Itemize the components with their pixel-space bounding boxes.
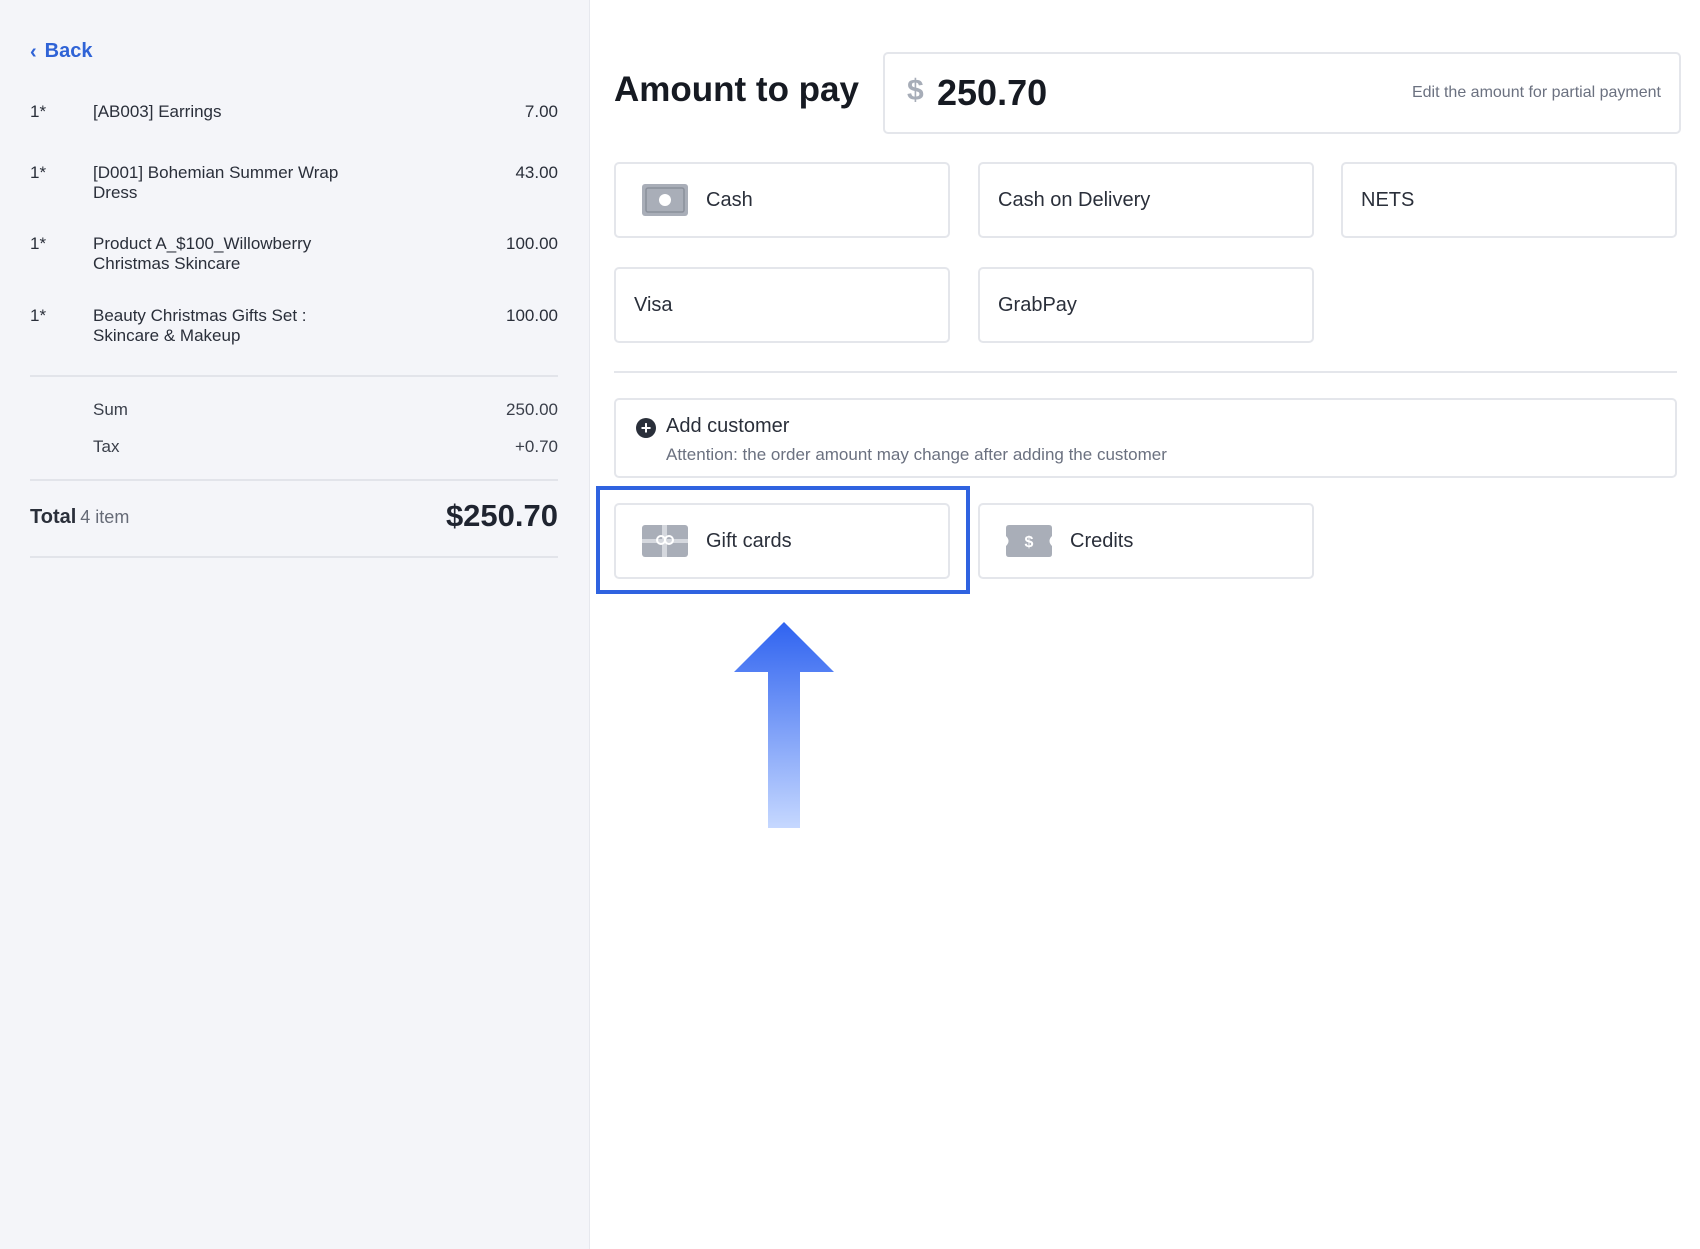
item-qty: 1*: [30, 102, 47, 121]
chevron-left-icon: ‹: [30, 40, 37, 63]
divider: [30, 375, 558, 377]
payment-method-label: Cash on Delivery: [998, 188, 1151, 211]
tax-label: Tax: [93, 437, 120, 456]
divider: [30, 479, 558, 481]
credits-label: Credits: [1070, 529, 1134, 552]
item-price: 100.00: [506, 234, 558, 253]
back-button[interactable]: ‹ Back: [30, 40, 92, 63]
amount-hint: Edit the amount for partial payment: [1411, 84, 1661, 101]
total-label-text: Total: [30, 506, 77, 528]
payment-method-label: Cash: [706, 188, 753, 211]
back-label: Back: [44, 40, 93, 62]
payment-method-visa[interactable]: Visa: [614, 267, 950, 343]
cash-icon: [642, 184, 688, 216]
payment-method-grabpay[interactable]: GrabPay: [978, 267, 1314, 343]
total-item-count: 4 item: [80, 507, 130, 527]
item-qty: 1*: [30, 163, 47, 182]
item-name: [D001] Bohemian Summer Wrap Dress: [93, 163, 339, 202]
payment-method-cash[interactable]: Cash: [614, 162, 950, 238]
payment-method-label: Visa: [634, 293, 673, 316]
sum-label: Sum: [93, 400, 128, 419]
add-customer-button[interactable]: + Add customer Attention: the order amou…: [614, 398, 1677, 478]
sum-value: 250.00: [506, 400, 558, 419]
arrow-up-icon: [734, 622, 834, 833]
item-price: 100.00: [506, 306, 558, 325]
plus-circle-icon: +: [636, 418, 656, 438]
divider: [30, 556, 558, 558]
credits-button[interactable]: $ Credits: [978, 503, 1314, 579]
total-row: Total 4 item $250.70: [30, 498, 558, 538]
add-customer-note: Attention: the order amount may change a…: [666, 445, 1167, 464]
payment-method-label: GrabPay: [998, 293, 1077, 316]
total-label: Total 4 item: [30, 506, 129, 529]
total-value: $250.70: [445, 498, 558, 533]
tax-value: +0.70: [514, 437, 558, 456]
item-name: Product A_$100_Willowberry Christmas Ski…: [93, 234, 312, 273]
amount-value: 250.70: [937, 72, 1048, 113]
item-qty: 1*: [30, 306, 47, 325]
payment-method-nets[interactable]: NETS: [1341, 162, 1677, 238]
item-price: 43.00: [515, 163, 558, 182]
add-customer-label: Add customer: [666, 415, 790, 437]
item-qty: 1*: [30, 234, 47, 253]
currency-symbol: $: [907, 74, 924, 107]
amount-input[interactable]: $ 250.70 Edit the amount for partial pay…: [883, 52, 1681, 134]
item-name: [AB003] Earrings: [93, 102, 222, 121]
divider: [614, 371, 1677, 373]
order-summary-panel: ‹ Back 1* [AB003] Earrings 7.00 1* [D001…: [0, 0, 590, 1249]
item-price: 7.00: [524, 102, 558, 121]
credits-icon: $: [1006, 525, 1052, 557]
item-name: Beauty Christmas Gifts Set : Skincare & …: [93, 306, 307, 345]
payment-method-cash-on-delivery[interactable]: Cash on Delivery: [978, 162, 1314, 238]
page-title: Amount to pay: [614, 70, 859, 109]
payment-method-label: NETS: [1361, 188, 1415, 211]
svg-text:$: $: [1025, 534, 1034, 551]
highlight-box: [596, 486, 970, 594]
